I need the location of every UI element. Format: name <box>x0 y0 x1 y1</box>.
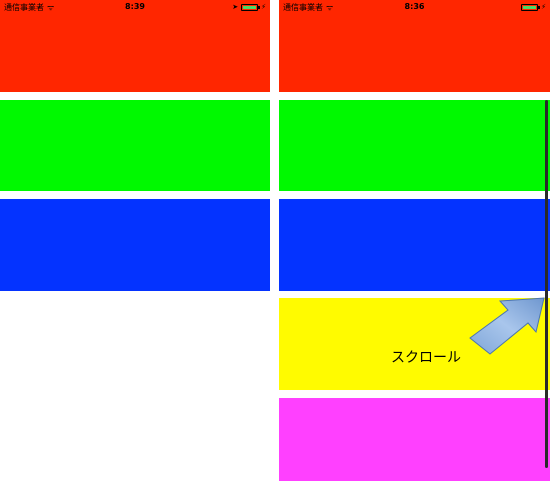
battery-icon <box>241 3 261 11</box>
status-bar: 通信事業者 ᯤ 8:39 ➤ ⚡ <box>0 0 270 14</box>
vertical-scrollbar[interactable] <box>545 100 548 468</box>
location-arrow-icon: ➤ <box>232 2 239 11</box>
bolt-icon: ⚡ <box>261 2 266 11</box>
scroll-annotation-label: スクロール <box>391 350 461 366</box>
battery-icon <box>521 3 541 11</box>
status-time: 8:39 <box>125 2 145 11</box>
color-row-green[interactable] <box>0 100 270 191</box>
bolt-icon: ⚡ <box>541 2 546 11</box>
color-row-green[interactable] <box>279 100 550 191</box>
color-row-blue[interactable] <box>279 199 550 291</box>
status-bar: 通信事業者 ᯤ 8:36 ⚡ <box>279 0 550 14</box>
phone-screen-left: 通信事業者 ᯤ 8:39 ➤ ⚡ <box>0 0 270 481</box>
status-time: 8:36 <box>404 2 425 11</box>
scroll-arrow-icon <box>469 297 545 355</box>
phone-screen-right: 通信事業者 ᯤ 8:36 ⚡ スクロール <box>279 0 550 481</box>
color-row-magenta[interactable] <box>279 398 550 481</box>
color-row-blue[interactable] <box>0 199 270 291</box>
